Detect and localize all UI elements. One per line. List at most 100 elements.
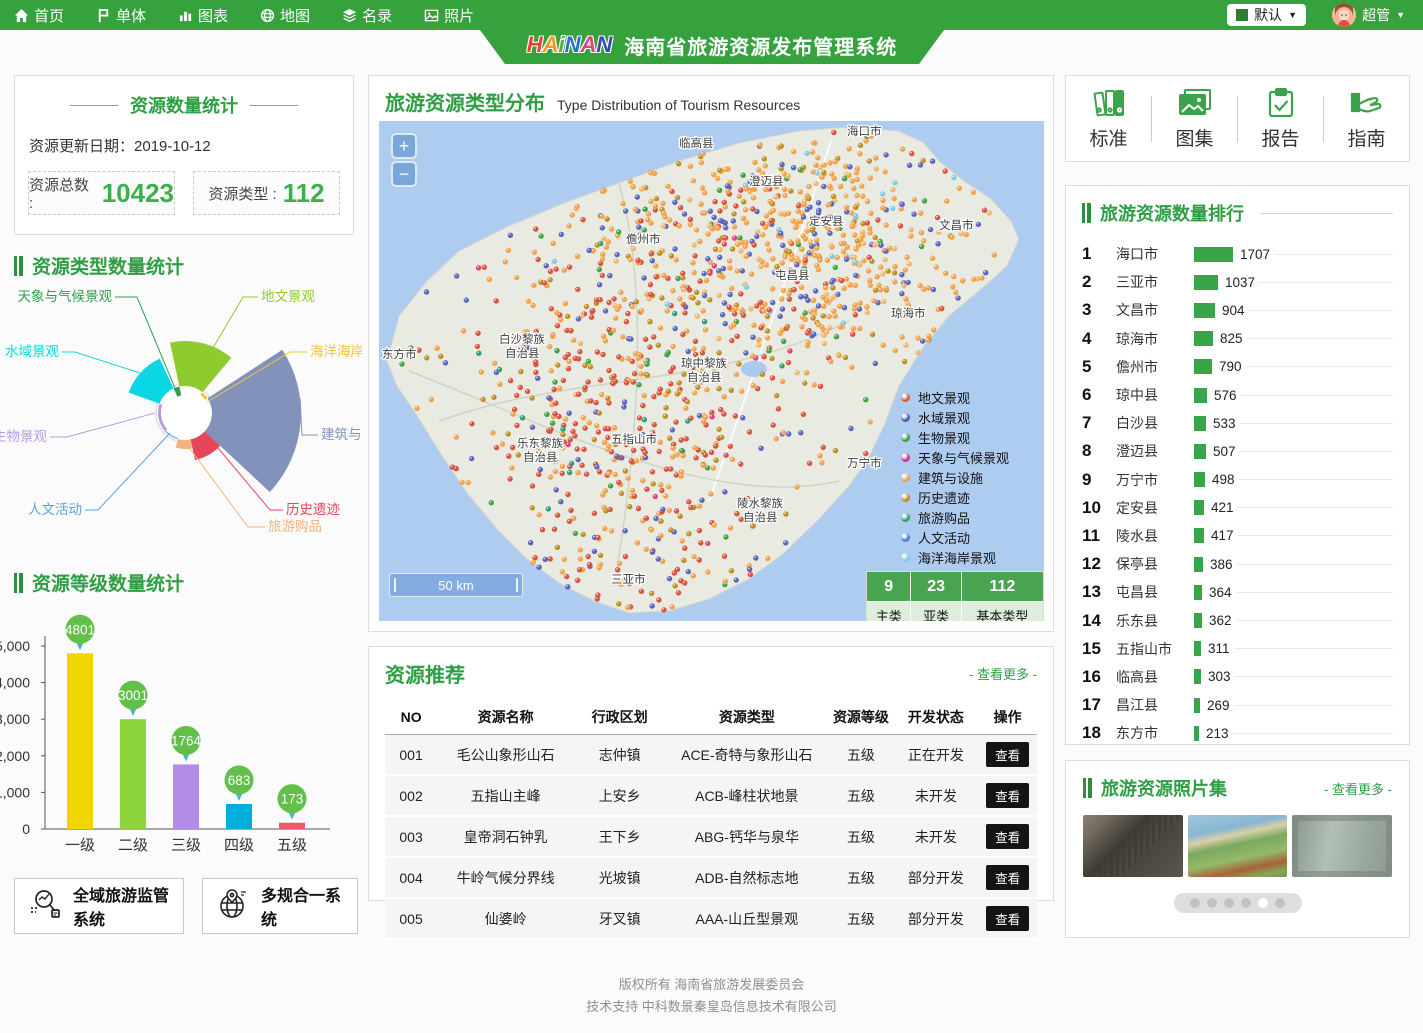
nav-item-6[interactable]: 照片 <box>424 0 492 30</box>
quick-link-报告[interactable]: 报告 <box>1238 86 1323 151</box>
legend-label: 旅游购品 <box>918 508 970 527</box>
ranking-row: 7白沙县533 <box>1082 409 1393 437</box>
globe-icon <box>260 8 275 23</box>
update-date-row: 资源更新日期：2019-10-12 <box>29 135 353 156</box>
cell-no: 001 <box>385 735 437 776</box>
nav-item-1[interactable]: 首页 <box>14 0 82 30</box>
rank-number: 12 <box>1082 554 1116 574</box>
quick-link-指南[interactable]: 指南 <box>1324 86 1409 151</box>
rank-number: 18 <box>1082 723 1116 743</box>
recommend-column-header: 资源等级 <box>828 700 893 735</box>
divider <box>1240 423 1393 424</box>
cell-level: 五级 <box>828 735 893 776</box>
rank-bar <box>1194 669 1201 684</box>
ranking-row: 17昌江县269 <box>1082 691 1393 719</box>
pagination-dot-3[interactable] <box>1224 898 1234 908</box>
cell-level: 五级 <box>828 816 893 857</box>
photo-thumbnail-coast[interactable] <box>1188 815 1288 877</box>
layers-icon <box>342 8 357 23</box>
rank-value: 904 <box>1222 303 1245 318</box>
rank-number: 17 <box>1082 695 1116 715</box>
recommend-column-header: 操作 <box>978 700 1037 735</box>
cell-type: ACB-峰柱状地景 <box>665 775 828 816</box>
map-canvas[interactable]: 儋州市澄迈县临高县海口市文昌市定安县屯昌县琼海市东方市白沙黎族自治县琼中黎族自治… <box>379 121 1044 621</box>
legend-dot-icon <box>901 413 910 422</box>
svg-text:人文活动: 人文活动 <box>28 502 82 517</box>
legend-dot-icon <box>901 433 910 442</box>
nav-item-5[interactable]: 名录 <box>342 0 410 30</box>
view-button[interactable]: 查看 <box>986 906 1029 931</box>
rank-number: 11 <box>1082 526 1116 546</box>
legend-label: 建筑与设施 <box>918 468 983 487</box>
svg-text:旅游购品: 旅游购品 <box>268 519 322 534</box>
pagination-dot-2[interactable] <box>1207 898 1217 908</box>
divider <box>1238 507 1393 508</box>
photo-thumbnail-inscription[interactable] <box>1083 815 1183 877</box>
basic-type-label: 基本类型 <box>961 602 1043 622</box>
quick-link-图集[interactable]: 图集 <box>1152 86 1237 151</box>
user-menu[interactable]: 超管 ▼ <box>1332 3 1405 27</box>
table-row: 001毛公山象形山石志仲镇ACE-奇特与象形山石五级正在开发查看 <box>385 735 1037 776</box>
recommend-more-link[interactable]: - 查看更多 - <box>969 664 1037 683</box>
pagination-dot-1[interactable] <box>1190 898 1200 908</box>
cell-level: 五级 <box>828 857 893 898</box>
legend-dot-icon <box>901 513 910 522</box>
pagination-dot-6[interactable] <box>1275 898 1285 908</box>
rank-region-name: 三亚市 <box>1116 272 1194 292</box>
resource-types-box: 资源类型 : 112 <box>193 171 340 215</box>
map-city-label: 自治县 <box>687 370 722 384</box>
level-chart-title-row: 资源等级数量统计 <box>14 569 184 596</box>
quick-link-标准[interactable]: 标准 <box>1066 86 1151 151</box>
top-nav: 首页单体图表地图名录照片 默认 ▼ 超管 ▼ <box>0 0 1423 30</box>
cell-status: 部分开发 <box>894 857 979 898</box>
quick-links-panel: 标准图集报告指南 <box>1065 75 1410 162</box>
cell-district: 牙叉镇 <box>574 898 665 939</box>
photos-more-link[interactable]: - 查看更多 - <box>1324 779 1392 798</box>
divider <box>1236 620 1393 621</box>
cell-status: 未开发 <box>894 816 979 857</box>
multi-plan-system-button[interactable]: 多规合一系统 <box>202 878 358 934</box>
rank-value: 213 <box>1206 726 1229 741</box>
legend-label: 天象与气候景观 <box>918 448 1009 467</box>
view-button[interactable]: 查看 <box>986 824 1029 849</box>
nav-item-4[interactable]: 地图 <box>260 0 328 30</box>
map-panel: 旅游资源类型分布 Type Distribution of Tourism Re… <box>368 75 1054 632</box>
gallery-icon <box>1178 86 1212 120</box>
nav-right: 默认 ▼ 超管 ▼ <box>1227 0 1405 30</box>
view-button[interactable]: 查看 <box>986 783 1029 808</box>
legend-label: 历史遗迹 <box>918 488 970 507</box>
svg-text:683: 683 <box>228 773 251 788</box>
tourism-supervision-system-button[interactable]: 全域旅游监管系统 <box>14 878 184 934</box>
view-button[interactable]: 查看 <box>986 865 1029 890</box>
nav-item-3[interactable]: 图表 <box>178 0 246 30</box>
svg-text:天象与气候景观: 天象与气候景观 <box>18 289 113 304</box>
ranking-row: 10定安县421 <box>1082 494 1393 522</box>
view-button[interactable]: 查看 <box>986 742 1029 767</box>
legend-dot-icon <box>901 533 910 542</box>
stat-boxes: 资源总数 : 10423 资源类型 : 112 <box>28 171 340 215</box>
ranking-row: 3文昌市904 <box>1082 296 1393 324</box>
zoom-in-button[interactable]: + <box>391 133 417 159</box>
cell-status: 正在开发 <box>894 735 979 776</box>
svg-text:四级: 四级 <box>224 837 254 854</box>
table-row: 004牛岭气候分界线光坡镇ADB-自然标志地五级部分开发查看 <box>385 857 1037 898</box>
theme-select-button[interactable]: 默认 ▼ <box>1227 4 1306 26</box>
pagination-dot-5[interactable] <box>1258 898 1268 908</box>
pagination-dot-4[interactable] <box>1241 898 1251 908</box>
zoom-out-button[interactable]: − <box>391 161 417 187</box>
panel-title-row: 资源数量统计 <box>15 92 353 118</box>
resource-types-value: 112 <box>283 178 325 209</box>
rank-number: 5 <box>1082 357 1116 377</box>
rank-region-name: 澄迈县 <box>1116 441 1194 461</box>
cell-name: 皇帝洞石钟乳 <box>437 816 574 857</box>
svg-text:二级: 二级 <box>118 837 148 854</box>
ranking-title: 旅游资源数量排行 <box>1100 200 1244 226</box>
nav-item-2[interactable]: 单体 <box>96 0 164 30</box>
rank-number: 7 <box>1082 413 1116 433</box>
map-city-label: 万宁市 <box>847 456 882 470</box>
panel-title: 资源数量统计 <box>130 92 238 118</box>
photo-thumbnail-signboard[interactable] <box>1292 815 1392 877</box>
legend-dot-icon <box>901 393 910 402</box>
map-legend-item: 天象与气候景观 <box>901 447 1009 467</box>
ranking-panel: 旅游资源数量排行 1海口市17072三亚市10373文昌市9044琼海市8255… <box>1065 185 1410 745</box>
